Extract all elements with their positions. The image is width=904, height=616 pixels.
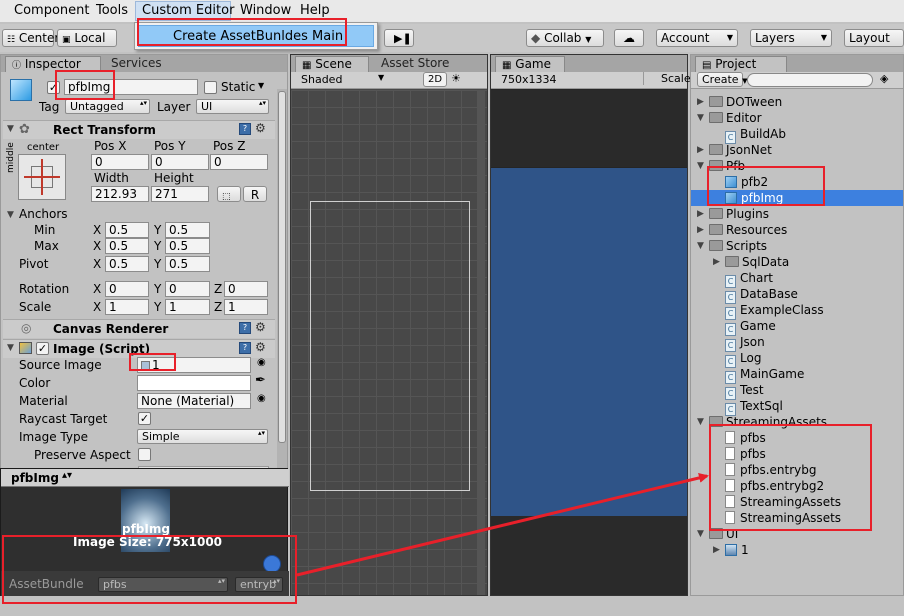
annotation-arrows	[296, 473, 709, 577]
annotation-arrow-line	[296, 473, 709, 577]
